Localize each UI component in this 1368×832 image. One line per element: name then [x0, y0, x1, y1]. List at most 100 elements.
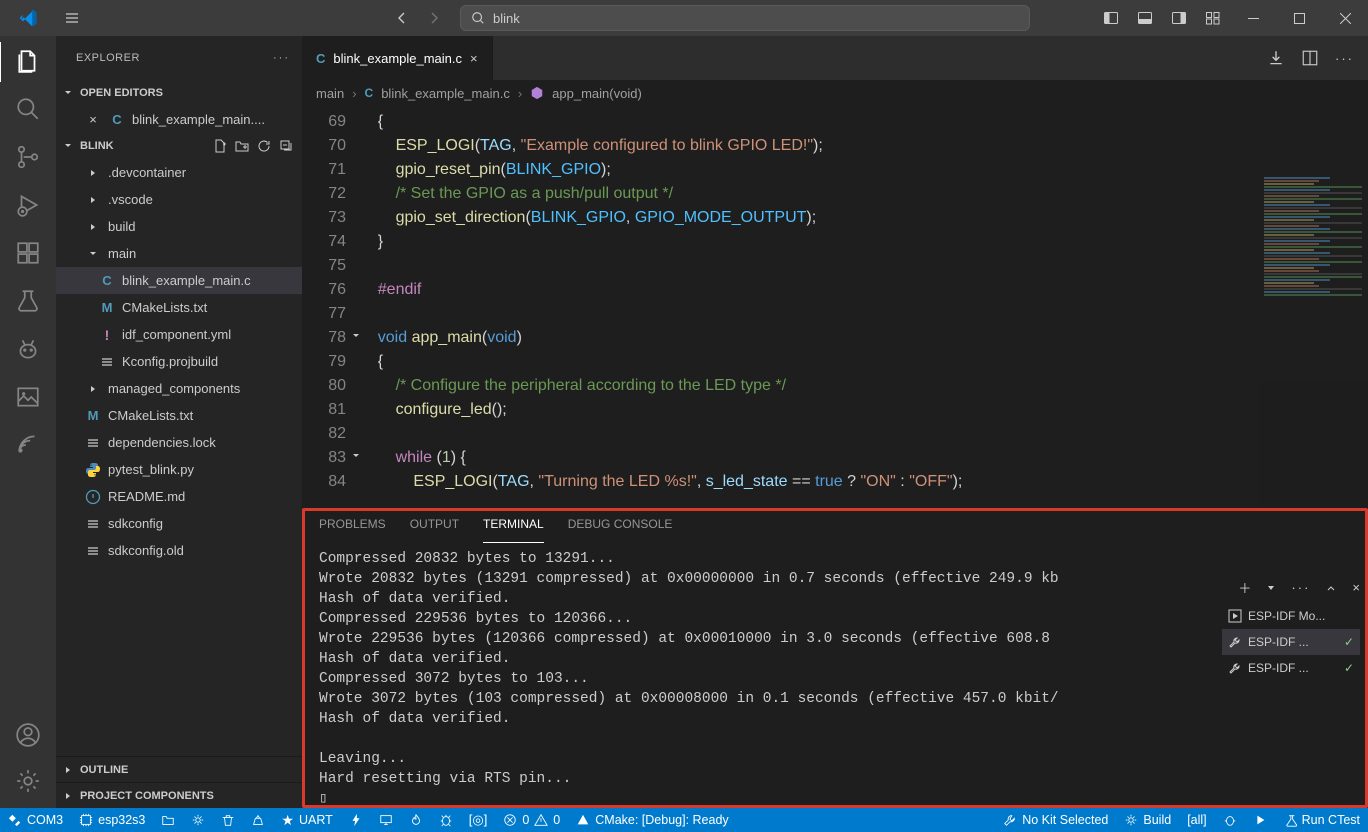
folder-item[interactable]: .devcontainer	[56, 159, 302, 186]
activity-extensions-icon[interactable]	[15, 240, 41, 266]
file-item[interactable]: MCMakeLists.txt	[56, 402, 302, 429]
layout-toggle-panel-icon[interactable]	[1128, 0, 1162, 36]
activity-explorer-icon[interactable]	[15, 48, 41, 74]
status-build-button[interactable]: Build	[1116, 813, 1179, 827]
activity-scm-icon[interactable]	[15, 144, 41, 170]
file-type-icon: M	[98, 300, 116, 315]
window-close-button[interactable]	[1322, 0, 1368, 36]
layout-toggle-secondary-sidebar-icon[interactable]	[1162, 0, 1196, 36]
new-folder-icon[interactable]	[234, 138, 250, 154]
collapse-all-icon[interactable]	[278, 138, 294, 154]
new-file-icon[interactable]	[212, 138, 228, 154]
status-serial-port[interactable]: COM3	[0, 808, 71, 832]
activity-image-icon[interactable]	[15, 384, 41, 410]
close-editor-icon[interactable]: ×	[84, 112, 102, 127]
activity-account-icon[interactable]	[15, 722, 41, 748]
status-folder-icon[interactable]	[153, 808, 183, 832]
panel-tab-terminal[interactable]: TERMINAL	[483, 517, 544, 543]
chevron-icon	[84, 248, 102, 260]
file-item[interactable]: sdkconfig.old	[56, 537, 302, 564]
maximize-panel-icon[interactable]	[1324, 581, 1338, 595]
status-build-icon[interactable]	[243, 808, 273, 832]
panel-tab-output[interactable]: OUTPUT	[410, 517, 459, 543]
folder-item[interactable]: build	[56, 213, 302, 240]
outline-section[interactable]: OUTLINE	[56, 756, 302, 782]
activity-search-icon[interactable]	[15, 96, 41, 122]
command-center-search[interactable]: blink	[460, 5, 1030, 31]
tab-label: blink_example_main.c	[333, 51, 462, 66]
activity-debug-icon[interactable]	[15, 192, 41, 218]
window-maximize-button[interactable]	[1276, 0, 1322, 36]
vscode-logo	[0, 8, 56, 28]
breadcrumb[interactable]: main› C blink_example_main.c› app_main(v…	[302, 80, 1368, 106]
terminal-more-icon[interactable]: ···	[1291, 580, 1310, 595]
terminal-output[interactable]: Compressed 20832 bytes to 13291... Wrote…	[305, 543, 1365, 805]
file-type-icon: M	[84, 408, 102, 423]
file-item[interactable]: sdkconfig	[56, 510, 302, 537]
status-clean-icon[interactable]	[213, 808, 243, 832]
layout-customize-icon[interactable]	[1196, 0, 1230, 36]
project-components-section[interactable]: PROJECT COMPONENTS	[56, 782, 302, 808]
status-kit[interactable]: No Kit Selected	[995, 813, 1116, 827]
terminal-dropdown-icon[interactable]	[1265, 582, 1277, 594]
folder-item[interactable]: managed_components	[56, 375, 302, 402]
chevron-icon	[84, 221, 102, 233]
window-minimize-button[interactable]	[1230, 0, 1276, 36]
more-actions-icon[interactable]: ···	[1335, 51, 1354, 66]
status-flame-icon[interactable]	[401, 808, 431, 832]
terminal-task-item[interactable]: ESP-IDF ...✓	[1222, 629, 1360, 655]
activity-settings-icon[interactable]	[15, 768, 41, 794]
minimap[interactable]	[1258, 176, 1368, 508]
file-item[interactable]: !idf_component.yml	[56, 321, 302, 348]
editor-tab[interactable]: C blink_example_main.c ×	[302, 36, 493, 80]
terminal-tasks-list: ＋ ··· × ESP-IDF Mo...ESP-IDF ...✓ESP-IDF…	[1222, 578, 1360, 681]
status-debug-launch-icon[interactable]	[1215, 813, 1245, 827]
status-problems[interactable]: 0 0	[495, 808, 568, 832]
folder-item[interactable]: main	[56, 240, 302, 267]
status-build-target[interactable]: [all]	[1179, 813, 1214, 827]
folder-item[interactable]: .vscode	[56, 186, 302, 213]
file-item[interactable]: pytest_blink.py	[56, 456, 302, 483]
layout-toggle-primary-sidebar-icon[interactable]	[1094, 0, 1128, 36]
activity-testing-icon[interactable]	[15, 288, 41, 314]
activity-platformio-icon[interactable]	[15, 336, 41, 362]
file-item[interactable]: README.md	[56, 483, 302, 510]
explorer-more-icon[interactable]: ···	[273, 52, 290, 64]
status-sdk-config-icon[interactable]	[183, 808, 213, 832]
file-item[interactable]: Kconfig.projbuild	[56, 348, 302, 375]
panel-tab-problems[interactable]: PROBLEMS	[319, 517, 386, 543]
status-openocd-icon[interactable]: [◎]	[461, 808, 496, 832]
activity-espressif-icon[interactable]	[15, 432, 41, 458]
status-monitor-icon[interactable]	[371, 808, 401, 832]
status-debug-icon[interactable]	[431, 808, 461, 832]
status-cmake[interactable]: CMake: [Debug]: Ready	[568, 808, 736, 832]
status-flash-method[interactable]: ★UART	[273, 808, 340, 832]
close-tab-icon[interactable]: ×	[470, 51, 478, 66]
status-flash-icon[interactable]	[341, 808, 371, 832]
status-run-ctest[interactable]: Run CTest	[1275, 813, 1368, 827]
file-type-icon	[84, 516, 102, 532]
chevron-icon	[84, 383, 102, 395]
code-editor[interactable]: 69 {70 ESP_LOGI(TAG, "Example configured…	[302, 106, 1368, 508]
terminal-task-item[interactable]: ESP-IDF Mo...	[1222, 603, 1360, 629]
nav-back-button[interactable]	[388, 6, 416, 30]
split-editor-icon[interactable]	[1301, 49, 1319, 67]
project-section[interactable]: BLINK	[56, 133, 302, 159]
file-item[interactable]: dependencies.lock	[56, 429, 302, 456]
file-item[interactable]: MCMakeLists.txt	[56, 294, 302, 321]
file-c-icon: C	[365, 86, 374, 100]
terminal-task-item[interactable]: ESP-IDF ...✓	[1222, 655, 1360, 681]
panel-tab-debug-console[interactable]: DEBUG CONSOLE	[568, 517, 673, 543]
status-launch-icon[interactable]	[1245, 813, 1275, 827]
status-target[interactable]: esp32s3	[71, 808, 153, 832]
new-terminal-icon[interactable]: ＋	[1238, 578, 1251, 597]
file-item[interactable]: Cblink_example_main.c	[56, 267, 302, 294]
refresh-icon[interactable]	[256, 138, 272, 154]
open-editors-section[interactable]: OPEN EDITORS	[56, 80, 302, 106]
nav-forward-button[interactable]	[420, 6, 448, 30]
open-editor-item[interactable]: × C blink_example_main....	[56, 106, 302, 133]
menu-button[interactable]	[56, 10, 88, 26]
download-icon[interactable]	[1267, 49, 1285, 67]
close-panel-icon[interactable]: ×	[1352, 580, 1360, 595]
file-type-icon	[84, 435, 102, 451]
